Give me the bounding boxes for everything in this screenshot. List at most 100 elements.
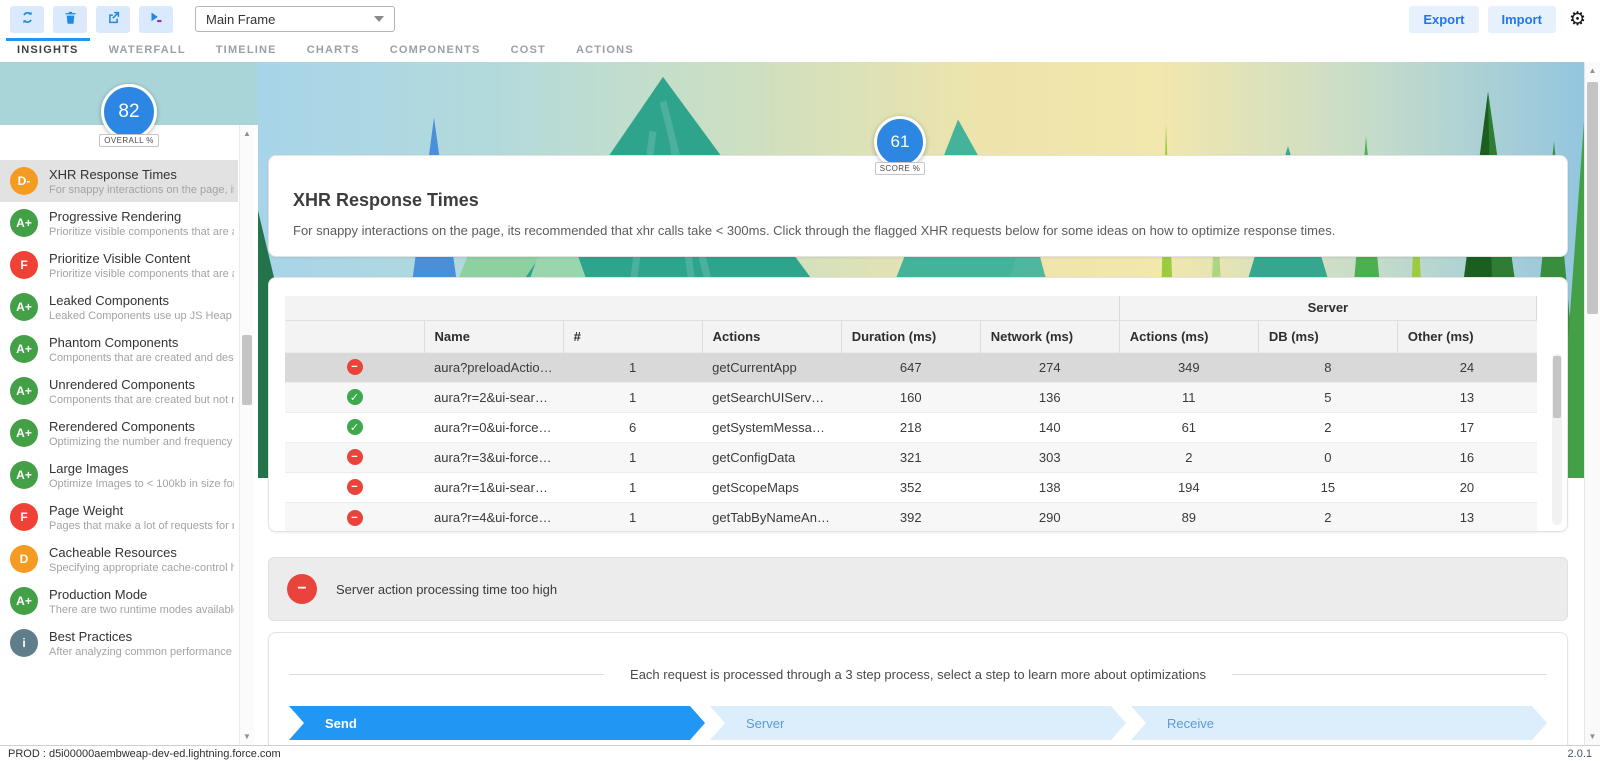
sidebar-item-title: Production Mode [49, 586, 148, 602]
main-scrollbar[interactable]: ▲ ▼ [1584, 62, 1600, 745]
main-scrollbar-thumb[interactable] [1587, 82, 1598, 314]
sidebar-item[interactable]: D Cacheable Resources Specifying appropr… [0, 538, 238, 580]
scroll-down-icon[interactable]: ▼ [243, 728, 251, 745]
tab[interactable]: COMPONENTS [375, 38, 496, 62]
divider-line [1231, 674, 1547, 675]
row-status-icon: ✓ [346, 419, 363, 436]
scroll-up-icon[interactable]: ▲ [243, 125, 251, 142]
cell-db: 0 [1258, 441, 1398, 472]
refresh-button[interactable] [10, 5, 44, 33]
export-button[interactable]: Export [1409, 5, 1479, 33]
table-row[interactable]: − aura?r=1&ui-search-components-f... 1 g… [285, 471, 1537, 502]
sidebar-item[interactable]: F Page Weight Pages that make a lot of r… [0, 496, 238, 538]
grade-badge: A+ [10, 587, 38, 615]
legend-card: − Server action processing time too high [268, 557, 1568, 621]
table-scrollbar[interactable] [1552, 354, 1562, 525]
request-steps-card: Each request is processed through a 3 st… [268, 632, 1568, 745]
cell-network: 136 [980, 381, 1120, 412]
frame-selector[interactable]: Main Frame [195, 6, 395, 32]
sidebar-item-title: Leaked Components [49, 292, 169, 308]
open-external-icon [106, 10, 121, 28]
cell-actions: getScopeMaps [702, 471, 842, 502]
section-title: XHR Response Times [293, 190, 479, 210]
tab[interactable]: ACTIONS [561, 38, 649, 62]
tab-bar: INSIGHTS WATERFALL TIMELINE CHARTS COMPO… [0, 38, 1600, 62]
cell-server-actions: 11 [1119, 381, 1259, 412]
row-status-icon: ✓ [346, 389, 363, 406]
cell-network: 274 [980, 351, 1120, 382]
col-count: # [562, 320, 703, 352]
sidebar-item[interactable]: A+ Large Images Optimize Images to < 100… [0, 454, 238, 496]
refresh-icon [20, 10, 35, 28]
scroll-up-icon[interactable]: ▲ [1589, 62, 1597, 79]
xhr-table: Server Name # Actions Duration (ms) Netw… [285, 296, 1538, 531]
grade-badge: A+ [10, 461, 38, 489]
col-duration: Duration (ms) [840, 320, 981, 352]
cell-count: 1 [563, 351, 703, 382]
import-button[interactable]: Import [1487, 5, 1556, 33]
table-scrollbar-thumb[interactable] [1553, 356, 1561, 418]
sidebar-scrollbar-thumb[interactable] [242, 335, 252, 405]
table-row[interactable]: − aura?preloadActions 1 getCurrentApp 64… [285, 351, 1537, 382]
tab[interactable]: CHARTS [292, 38, 375, 62]
sidebar-item-subtitle: Optimizing the number and frequency ... [49, 435, 234, 448]
col-network: Network (ms) [979, 320, 1120, 352]
sidebar-item[interactable]: i Best Practices After analyzing common … [0, 622, 238, 664]
grade-badge: i [10, 629, 38, 657]
row-status-icon: − [346, 359, 363, 376]
sidebar-item[interactable]: A+ Production Mode There are two runtime… [0, 580, 238, 622]
sidebar-item[interactable]: A+ Phantom Components Components that ar… [0, 328, 238, 370]
server-group-header: Server [1118, 296, 1538, 321]
step-arrow[interactable]: Server [710, 706, 1126, 740]
cell-actions: getSearchUIServerConfigs [702, 381, 842, 412]
step-arrow[interactable]: Send [289, 706, 705, 740]
table-row[interactable]: − aura?r=4&ui-force-components-co... 1 g… [285, 501, 1537, 531]
cell-other: 16 [1397, 441, 1537, 472]
col-actions: Actions [701, 320, 842, 352]
steps-row: Send Server Receive [289, 706, 1547, 740]
clear-button[interactable] [53, 5, 87, 33]
cell-name: aura?r=2&ui-search-components-f... [424, 381, 564, 412]
cell-db: 15 [1258, 471, 1398, 502]
cell-server-actions: 349 [1119, 351, 1259, 382]
col-other: Other (ms) [1396, 320, 1537, 352]
cell-other: 13 [1397, 381, 1537, 412]
sidebar-item-title: Large Images [49, 460, 129, 476]
settings-gear-icon[interactable]: ⚙ [1569, 10, 1586, 29]
sidebar-item-subtitle: Prioritize visible components that are a… [49, 225, 234, 238]
cell-duration: 160 [841, 381, 981, 412]
sidebar-item-title: Unrendered Components [49, 376, 195, 392]
table-row[interactable]: − aura?r=3&ui-force-components-co... 1 g… [285, 441, 1537, 472]
step-arrow[interactable]: Receive [1131, 706, 1547, 740]
tab[interactable]: WATERFALL [94, 38, 201, 62]
console-button[interactable] [139, 5, 173, 33]
section-description: For snappy interactions on the page, its… [293, 223, 1336, 238]
col-server-actions: Actions (ms) [1118, 320, 1259, 352]
sidebar-item[interactable]: A+ Progressive Rendering Prioritize visi… [0, 202, 238, 244]
table-row[interactable]: ✓ aura?r=0&ui-force-components-co... 6 g… [285, 411, 1537, 442]
table-row[interactable]: ✓ aura?r=2&ui-search-components-f... 1 g… [285, 381, 1537, 412]
sidebar-scrollbar[interactable]: ▲ ▼ [239, 125, 254, 745]
tab[interactable]: INSIGHTS [2, 38, 94, 62]
main-content: 61 SCORE % XHR Response Times For snappy… [258, 62, 1600, 745]
grade-badge: D [10, 545, 38, 573]
cell-server-actions: 194 [1119, 471, 1259, 502]
sidebar-item[interactable]: A+ Rerendered Components Optimizing the … [0, 412, 238, 454]
open-external-button[interactable] [96, 5, 130, 33]
cell-db: 2 [1258, 501, 1398, 531]
sidebar-item[interactable]: A+ Unrendered Components Components that… [0, 370, 238, 412]
sidebar-item[interactable]: D- XHR Response Times For snappy interac… [0, 160, 238, 202]
sidebar-item-title: Best Practices [49, 628, 133, 644]
sidebar-item[interactable]: F Prioritize Visible Content Prioritize … [0, 244, 238, 286]
sidebar-item[interactable]: A+ Leaked Components Leaked Components u… [0, 286, 238, 328]
grade-badge: A+ [10, 293, 38, 321]
cell-actions: getSystemMessages · getFavorite... [702, 411, 842, 442]
tab[interactable]: COST [496, 38, 561, 62]
cell-other: 20 [1397, 471, 1537, 502]
legend-text: Server action processing time too high [336, 581, 558, 597]
grade-badge: F [10, 251, 38, 279]
sidebar-hero-band [0, 62, 258, 125]
cell-duration: 352 [841, 471, 981, 502]
tab[interactable]: TIMELINE [201, 38, 292, 62]
scroll-down-icon[interactable]: ▼ [1589, 728, 1597, 745]
